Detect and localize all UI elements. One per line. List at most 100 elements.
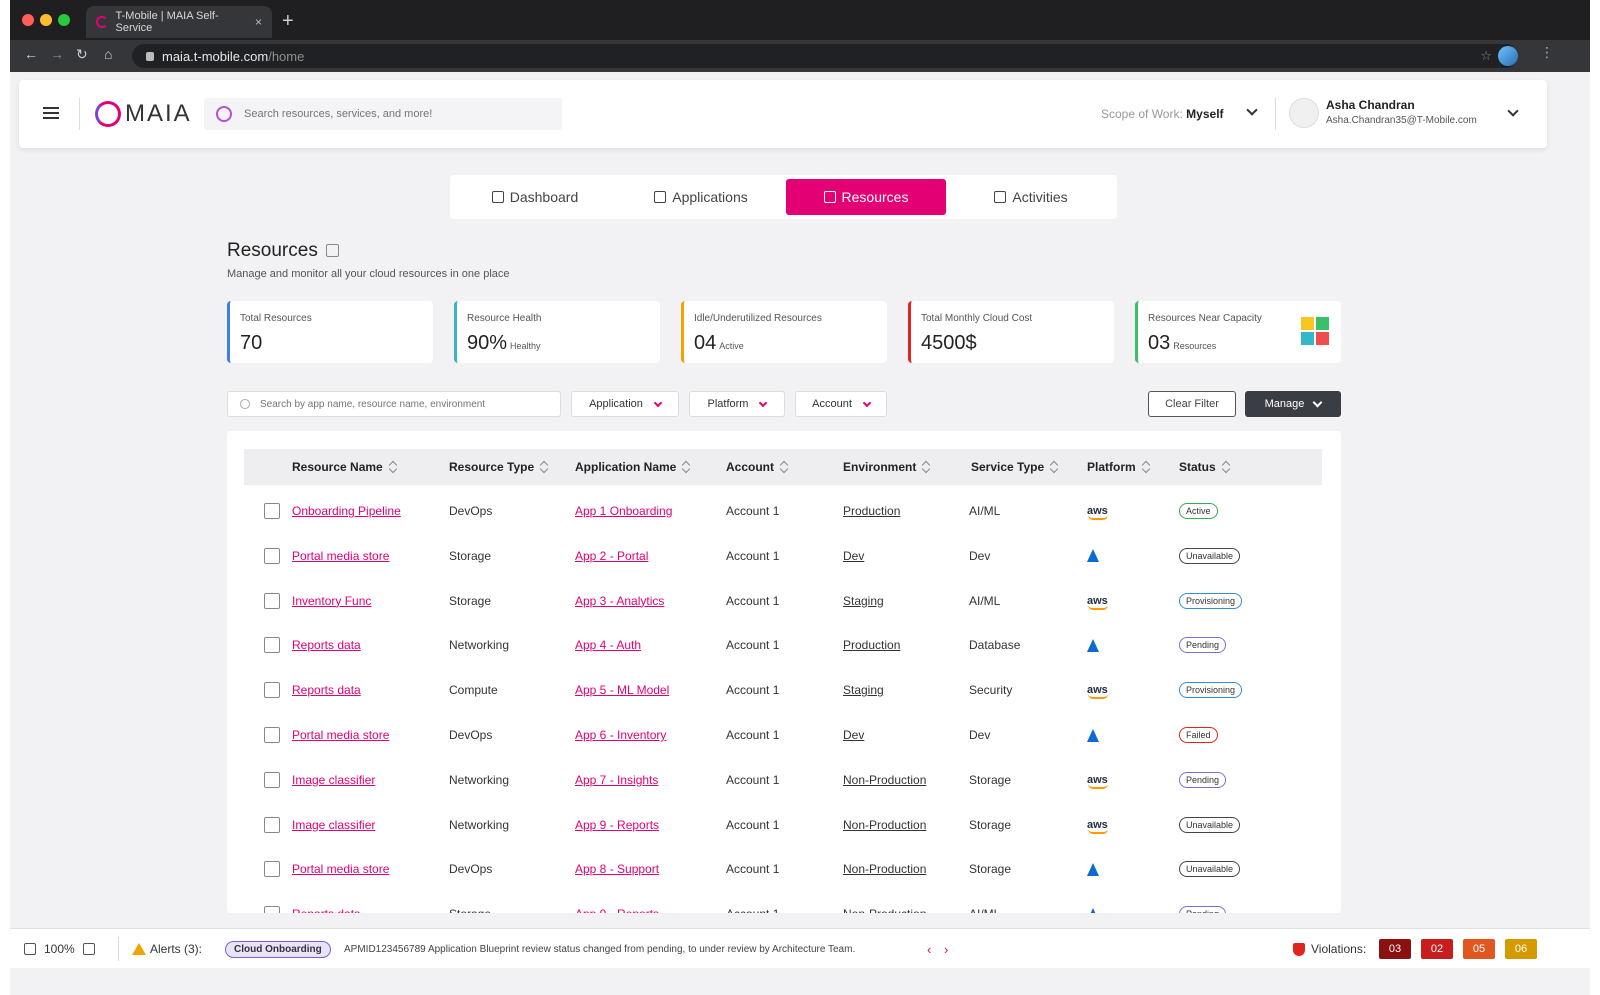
environment-link[interactable]: Production	[843, 638, 900, 652]
environment-link[interactable]: Non-Production	[843, 773, 926, 787]
new-tab-button[interactable]: +	[282, 10, 294, 33]
stat-card-monthly-cost[interactable]: Total Monthly Cloud Cost 4500$	[908, 301, 1114, 363]
home-icon[interactable]: ⌂	[104, 46, 112, 62]
zoom-out-icon[interactable]	[24, 943, 36, 955]
bookmark-star-icon[interactable]: ☆	[1480, 48, 1492, 64]
row-checkbox[interactable]	[264, 727, 280, 743]
application-name-link[interactable]: App 4 - Auth	[575, 638, 641, 652]
row-checkbox[interactable]	[264, 592, 280, 609]
stat-card-resource-health[interactable]: Resource Health 90% Healthy	[454, 301, 660, 363]
environment-link[interactable]: Staging	[843, 683, 884, 697]
row-checkbox[interactable]	[264, 906, 280, 913]
row-checkbox[interactable]	[264, 637, 280, 654]
application-name-link[interactable]: App 9 - Reports	[575, 818, 659, 832]
application-name-link[interactable]: App 9 - Reports	[575, 907, 659, 913]
manage-button[interactable]: Manage	[1245, 391, 1341, 417]
resource-name-link[interactable]: Onboarding Pipeline	[292, 504, 401, 518]
resource-name-link[interactable]: Reports data	[292, 638, 361, 652]
zoom-in-icon[interactable]	[82, 943, 95, 955]
column-header-status[interactable]: Status	[1179, 449, 1230, 485]
application-filter-dropdown[interactable]: Application	[571, 391, 679, 417]
column-header-application-name[interactable]: Application Name	[575, 449, 690, 485]
tab-applications[interactable]: Applications	[620, 179, 782, 215]
global-search[interactable]	[204, 98, 562, 130]
resource-name-link[interactable]: Portal media store	[292, 549, 389, 563]
next-alert-icon[interactable]: ›	[944, 929, 948, 969]
previous-alert-icon[interactable]: ‹	[927, 929, 931, 969]
row-checkbox[interactable]	[264, 682, 280, 699]
reload-icon[interactable]: ↻	[76, 46, 88, 63]
resource-name-link[interactable]: Portal media store	[292, 862, 389, 876]
resource-name-link[interactable]: Reports data	[292, 907, 361, 913]
forward-arrow-icon[interactable]: →	[50, 46, 64, 62]
column-header-account[interactable]: Account	[726, 449, 788, 485]
ai-assistant-icon[interactable]	[216, 106, 232, 122]
stat-card-near-capacity[interactable]: Resources Near Capacity 03 Resources	[1135, 301, 1341, 363]
row-checkbox[interactable]	[264, 503, 280, 519]
violation-count-badge[interactable]: 06	[1505, 939, 1537, 959]
column-header-environment[interactable]: Environment	[843, 449, 930, 485]
browser-tab[interactable]: T-Mobile | MAIA Self-Service ×	[86, 6, 272, 38]
column-header-resource-name[interactable]: Resource Name	[292, 449, 397, 485]
status-divider	[118, 937, 119, 961]
violation-count-badge[interactable]: 03	[1379, 939, 1411, 959]
environment-link[interactable]: Dev	[843, 549, 864, 563]
resource-name-link[interactable]: Reports data	[292, 683, 361, 697]
applications-icon	[654, 191, 667, 203]
close-window-dot[interactable]	[22, 14, 34, 26]
application-name-link[interactable]: App 1 Onboarding	[575, 504, 672, 518]
user-menu-chevron-down-icon[interactable]	[1507, 105, 1519, 117]
environment-link[interactable]: Staging	[843, 594, 884, 608]
column-header-service-type[interactable]: Service Type	[971, 449, 1058, 485]
application-name-link[interactable]: App 7 - Insights	[575, 773, 658, 787]
table-search[interactable]	[227, 391, 561, 417]
back-arrow-icon[interactable]: ←	[24, 46, 38, 62]
column-header-platform[interactable]: Platform	[1087, 449, 1150, 485]
tab-dashboard[interactable]: Dashboard	[454, 179, 616, 215]
scope-chevron-down-icon[interactable]	[1246, 104, 1258, 116]
resource-name-link[interactable]: Inventory Func	[292, 594, 371, 608]
account-filter-dropdown[interactable]: Account	[795, 391, 887, 417]
application-name-link[interactable]: App 5 - ML Model	[575, 683, 669, 697]
application-name-link[interactable]: App 3 - Analytics	[575, 594, 664, 608]
user-avatar[interactable]	[1289, 98, 1319, 128]
resource-name-link[interactable]: Image classifier	[292, 773, 375, 787]
address-bar[interactable]: maia.t-mobile.com /home ☆	[132, 44, 1518, 68]
table-search-input[interactable]	[260, 398, 540, 410]
stat-card-total-resources[interactable]: Total Resources 70	[227, 301, 433, 363]
column-header-resource-type[interactable]: Resource Type	[449, 449, 548, 485]
row-checkbox[interactable]	[264, 547, 280, 564]
application-name-link[interactable]: App 2 - Portal	[575, 549, 648, 563]
environment-link[interactable]: Non-Production	[843, 862, 926, 876]
browser-menu-icon[interactable]: ⋮	[1540, 44, 1554, 61]
application-name-link[interactable]: App 8 - Support	[575, 862, 659, 876]
violation-count-badge[interactable]: 02	[1421, 939, 1453, 959]
platform-filter-dropdown[interactable]: Platform	[689, 391, 785, 417]
environment-link[interactable]: Production	[843, 504, 900, 518]
alert-category-chip[interactable]: Cloud Onboarding	[225, 929, 331, 969]
environment-link[interactable]: Non-Production	[843, 907, 926, 913]
environment-link[interactable]: Dev	[843, 728, 864, 742]
hamburger-menu-icon[interactable]	[43, 107, 59, 119]
tab-close-icon[interactable]: ×	[255, 15, 262, 29]
minimize-window-dot[interactable]	[40, 14, 52, 26]
row-checkbox[interactable]	[264, 771, 280, 788]
scope-of-work[interactable]: Scope of Work: Myself	[1101, 107, 1224, 121]
tab-activities[interactable]: Activities	[950, 179, 1112, 215]
alerts-label[interactable]: Alerts (3):	[132, 929, 202, 969]
clear-filter-button[interactable]: Clear Filter	[1148, 391, 1236, 417]
browser-profile-icon[interactable]	[1498, 46, 1518, 66]
maximize-window-dot[interactable]	[58, 14, 70, 26]
application-name-link[interactable]: App 6 - Inventory	[575, 728, 666, 742]
info-panel-icon[interactable]	[326, 244, 339, 257]
row-checkbox[interactable]	[264, 816, 280, 833]
environment-link[interactable]: Non-Production	[843, 818, 926, 832]
resource-name-link[interactable]: Portal media store	[292, 728, 389, 742]
row-checkbox[interactable]	[264, 861, 280, 878]
stat-card-idle-resources[interactable]: Idle/Underutilized Resources 04 Active	[681, 301, 887, 363]
global-search-input[interactable]	[244, 108, 544, 120]
resource-name-link[interactable]: Image classifier	[292, 818, 375, 832]
tab-resources[interactable]: Resources	[786, 179, 946, 215]
violation-count-badge[interactable]: 05	[1463, 939, 1495, 959]
cell-status: Active	[1179, 489, 1218, 533]
